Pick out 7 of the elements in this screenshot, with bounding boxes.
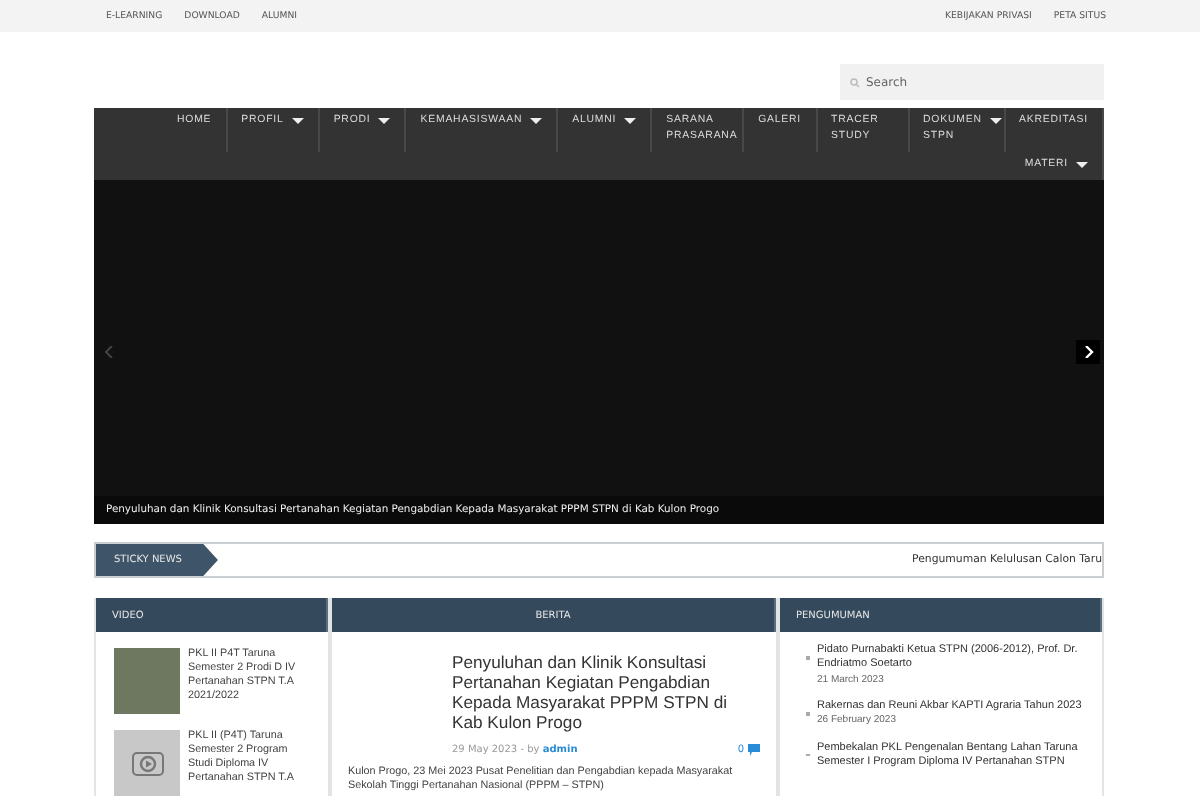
next-button[interactable] xyxy=(1076,340,1100,364)
chevron-left-icon xyxy=(104,346,116,358)
play-icon xyxy=(131,751,163,775)
video-thumbnail[interactable] xyxy=(114,730,180,796)
post-headline[interactable]: Penyuluhan dan Klinik Konsultasi Pertanahan Kegiatan Pengabdian Kepada Masyarakat PPPM STPN di Kab Kulon Progo xyxy=(452,652,760,732)
comment-icon xyxy=(748,744,760,756)
chevron-right-icon xyxy=(1082,346,1094,358)
